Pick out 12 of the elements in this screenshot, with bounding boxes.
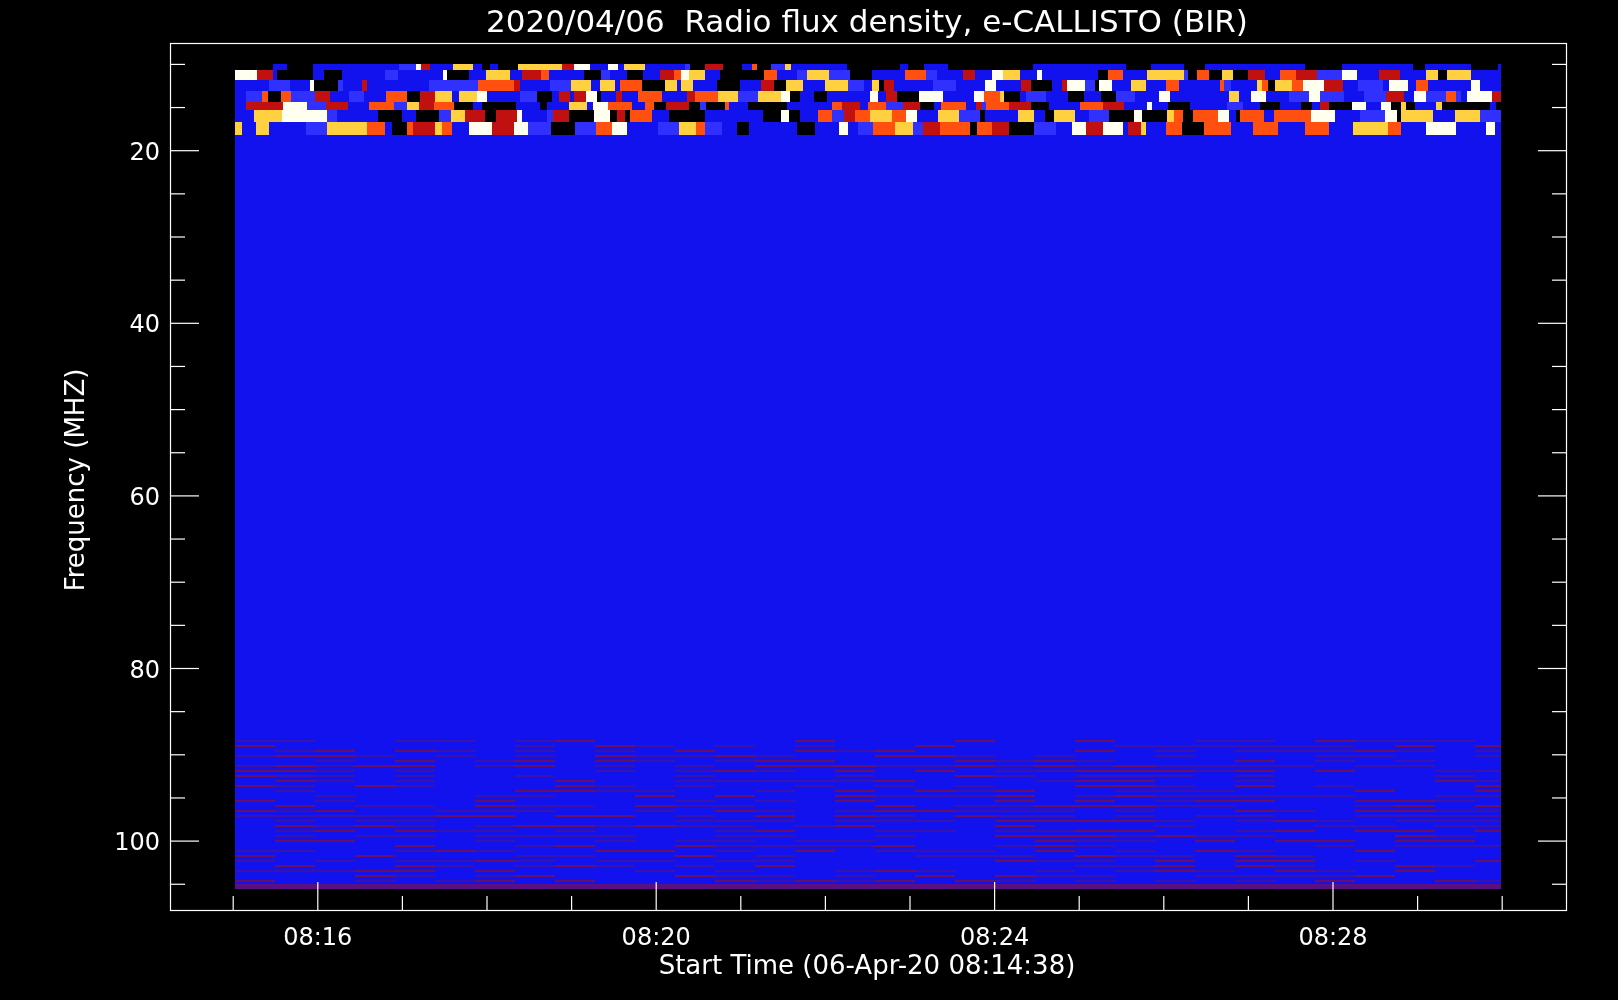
axis-tick-label: 60 bbox=[129, 482, 160, 511]
axis-tick-label: 100 bbox=[114, 828, 160, 857]
axis-tick-label: 08:16 bbox=[283, 923, 353, 951]
chart-title: 2020/04/06 Radio flux density, e-CALLISTO (BIR) bbox=[486, 3, 1248, 39]
axis-tick-label: 40 bbox=[129, 310, 160, 339]
axis-tick-label: 08:20 bbox=[621, 923, 691, 951]
axis-label: Start Time (06-Apr-20 08:14:38) bbox=[658, 950, 1076, 980]
axis-tick-label: 80 bbox=[129, 655, 160, 684]
axis-tick-label: 20 bbox=[129, 137, 160, 166]
axis-label: Frequency (MHZ) bbox=[60, 368, 90, 592]
axis-tick-label: 08:24 bbox=[960, 923, 1030, 951]
axis-tick-label: 08:28 bbox=[1298, 923, 1368, 951]
